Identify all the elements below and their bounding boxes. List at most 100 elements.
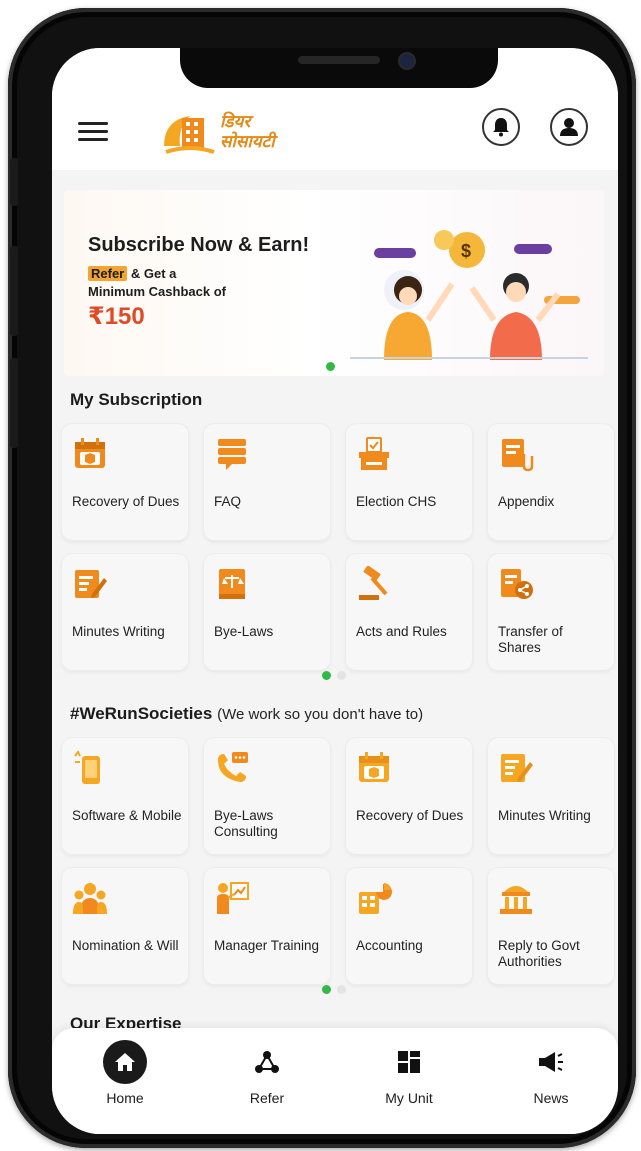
we-run-title-text: #WeRunSocieties (70, 704, 213, 723)
logo-text: डियर सोसायटी (220, 112, 275, 152)
notch (180, 48, 498, 88)
ballot-box-icon (359, 437, 389, 470)
card-transfer-of-shares[interactable]: Transfer of Shares (488, 554, 614, 670)
bell-icon (493, 118, 509, 137)
we-run-societies-title: #WeRunSocieties (We work so you don't ha… (70, 704, 423, 724)
card-label: Recovery of Dues (72, 494, 180, 509)
notifications-button[interactable] (482, 108, 520, 146)
document-pen-icon (501, 754, 533, 782)
pagination-dot[interactable] (337, 985, 346, 994)
subscription-pagination (322, 671, 346, 680)
front-camera (398, 52, 416, 70)
nav-my-unit-label: My Unit (385, 1090, 433, 1106)
banner-refer-line: Refer & Get a (88, 266, 176, 281)
banner-cashback-text: Minimum Cashback of (88, 284, 226, 299)
family-icon (73, 883, 107, 914)
nav-refer-label: Refer (249, 1090, 285, 1106)
card-nomination-and-will[interactable]: Nomination & Will (62, 868, 188, 984)
svg-text:$: $ (461, 241, 471, 261)
nav-home-label: Home (106, 1090, 144, 1106)
document-clip-icon (502, 439, 534, 472)
card-minutes-writing-service[interactable]: Minutes Writing (488, 738, 614, 854)
card-label: Appendix (498, 494, 555, 509)
card-label: Software & Mobile (72, 808, 182, 823)
user-icon (560, 118, 578, 136)
card-label: Bye-Laws Consulting (214, 808, 278, 839)
card-label: Transfer of Shares (498, 624, 563, 655)
nav-news[interactable]: News (506, 1040, 596, 1106)
bottom-navigation: Home Refer My Unit News (52, 1028, 618, 1134)
card-faq[interactable]: FAQ (204, 424, 330, 540)
logo-text-line2: सोसायटी (220, 132, 275, 151)
building-logo-icon (164, 116, 215, 154)
card-label: Recovery of Dues (356, 808, 464, 823)
government-building-icon (500, 886, 532, 914)
card-label: Manager Training (214, 938, 320, 953)
banner-amount: ₹150 (88, 303, 145, 330)
people-celebrating-illustration: $ (350, 230, 588, 360)
phone-frame: डियर सोसायटी Subscribe Now & Earn! Refer… (8, 8, 636, 1148)
we-run-subtitle: (We work so you don't have to) (217, 706, 424, 723)
card-label: Minutes Writing (498, 808, 591, 823)
pagination-dot-active[interactable] (322, 985, 331, 994)
share-document-icon (501, 569, 533, 599)
accounting-chart-icon (359, 883, 392, 914)
banner-dot-active[interactable] (326, 362, 335, 371)
mobile-software-icon (74, 750, 100, 784)
pagination-dot[interactable] (337, 671, 346, 680)
card-bye-laws[interactable]: Bye-Laws (204, 554, 330, 670)
document-pen-icon (75, 570, 107, 598)
volume-up-button (10, 246, 18, 336)
card-label: Nomination & Will (72, 938, 179, 953)
nav-home[interactable]: Home (80, 1040, 170, 1106)
banner-title: Subscribe Now & Earn! (88, 234, 310, 256)
speaker-grille (298, 56, 380, 64)
card-software-and-mobile[interactable]: Software & Mobile (62, 738, 188, 854)
banner-pagination (326, 362, 335, 371)
card-label: Election CHS (356, 494, 437, 509)
card-election-chs[interactable]: Election CHS (346, 424, 472, 540)
megaphone-icon (529, 1040, 573, 1084)
card-reply-to-govt-authorities[interactable]: Reply to Govt Authorities (488, 868, 614, 984)
dashboard-grid-icon (387, 1040, 431, 1084)
card-label: Acts and Rules (356, 624, 447, 639)
calendar-box-icon (359, 752, 389, 782)
card-recovery-of-dues-service[interactable]: Recovery of Dues (346, 738, 472, 854)
nav-refer[interactable]: Refer (222, 1040, 312, 1106)
app-logo: डियर सोसायटी (160, 106, 320, 162)
volume-down-button (10, 358, 18, 448)
refer-rest: & Get a (130, 266, 177, 281)
card-recovery-of-dues[interactable]: Recovery of Dues (62, 424, 188, 540)
pagination-dot-active[interactable] (322, 671, 331, 680)
profile-button[interactable] (550, 108, 588, 146)
refer-network-icon (245, 1040, 289, 1084)
card-label: FAQ (214, 494, 242, 509)
phone-consult-icon (218, 752, 248, 782)
gavel-icon (359, 566, 388, 600)
we-run-pagination (322, 985, 346, 994)
card-label: Reply to Govt Authorities (498, 938, 580, 969)
calendar-box-icon (75, 438, 105, 468)
law-book-icon (219, 569, 245, 599)
subscription-grid: Recovery of Dues FAQ Election CHS Append… (62, 424, 614, 670)
card-bye-laws-consulting[interactable]: Bye-Laws Consulting (204, 738, 330, 854)
home-icon (103, 1040, 147, 1084)
card-accounting[interactable]: Accounting (346, 868, 472, 984)
faq-stack-icon (218, 439, 246, 470)
app-screen: डियर सोसायटी Subscribe Now & Earn! Refer… (52, 48, 618, 1134)
card-acts-and-rules[interactable]: Acts and Rules (346, 554, 472, 670)
hamburger-menu-icon[interactable] (78, 122, 108, 144)
mute-switch (10, 158, 18, 206)
refer-highlight: Refer (88, 266, 128, 281)
nav-my-unit[interactable]: My Unit (364, 1040, 454, 1106)
trainer-board-icon (217, 882, 249, 914)
card-manager-training[interactable]: Manager Training (204, 868, 330, 984)
card-label: Accounting (356, 938, 423, 953)
card-appendix[interactable]: Appendix (488, 424, 614, 540)
card-minutes-writing[interactable]: Minutes Writing (62, 554, 188, 670)
card-label: Bye-Laws (214, 624, 274, 639)
nav-news-label: News (533, 1090, 569, 1106)
my-subscription-title: My Subscription (70, 390, 203, 409)
promo-banner[interactable]: Subscribe Now & Earn! Refer & Get a Mini… (64, 190, 604, 376)
logo-text-line1: डियर (220, 112, 251, 131)
